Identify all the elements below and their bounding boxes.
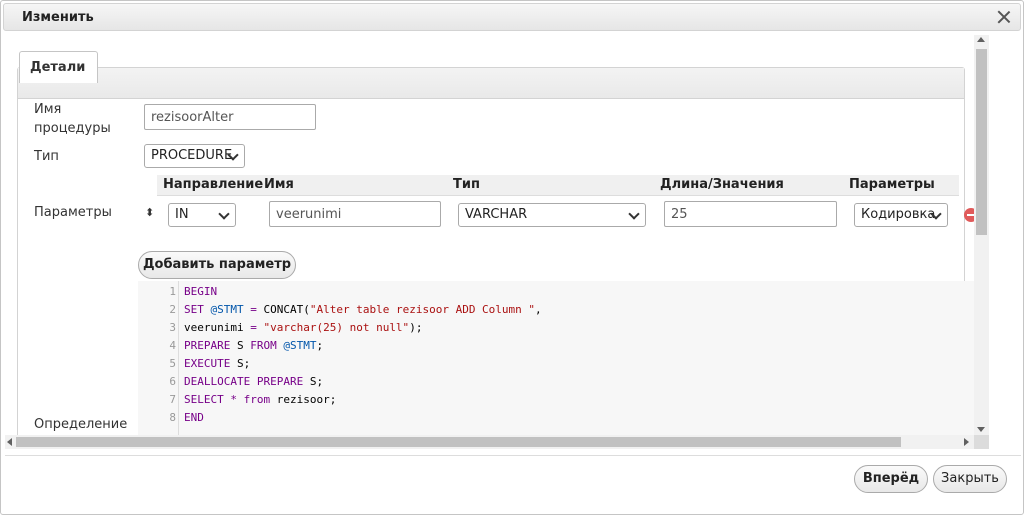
direction-select-value: IN [175, 207, 189, 222]
horizontal-scrollbar[interactable] [5, 435, 974, 449]
param-name-input[interactable] [269, 201, 441, 227]
code-line-number: 2 [169, 303, 176, 316]
definition-label: Определение [34, 417, 128, 432]
code-line-number: 5 [169, 357, 176, 370]
scroll-down-icon[interactable] [977, 427, 985, 432]
param-length-input[interactable] [664, 201, 837, 227]
horizontal-scroll-thumb[interactable] [16, 437, 901, 447]
close-icon[interactable] [994, 7, 1014, 27]
code-line: 8 END [138, 409, 974, 427]
param-options-select[interactable]: Кодировка [854, 203, 948, 227]
close-button[interactable]: Закрыть [933, 465, 1007, 493]
vertical-scrollbar[interactable] [974, 35, 989, 435]
params-table-header: Направление Имя Тип Длина/Значения Парам… [157, 175, 959, 196]
header-name: Имя [264, 177, 294, 192]
dialog-title: Изменить [22, 10, 94, 25]
code-line: 2 SET @STMT = CONCAT("Alter table rezisoo… [138, 301, 974, 319]
edit-dialog: Изменить Детали Имя процедуры Тип PROCED… [0, 0, 1024, 515]
scroll-up-icon[interactable] [977, 37, 985, 42]
type-select-value: PROCEDURE [151, 148, 233, 163]
code-line-number: 7 [169, 393, 176, 406]
code-line: 5 EXECUTE S; [138, 355, 974, 373]
add-parameter-button[interactable]: Добавить параметр [138, 251, 296, 279]
code-line-text: PREPARE S FROM @STMT; [184, 339, 324, 352]
param-options-select-value: Кодировка [861, 207, 936, 222]
code-line: 6 DEALLOCATE PREPARE S; [138, 373, 974, 391]
scroll-left-icon[interactable] [7, 438, 12, 446]
param-type-select[interactable]: VARCHAR [458, 203, 646, 227]
footer-divider [5, 455, 1021, 456]
code-line-text: DEALLOCATE PREPARE S; [184, 375, 324, 388]
code-line-number: 3 [169, 321, 176, 334]
chevron-down-icon [628, 208, 640, 220]
code-line-number: 6 [169, 375, 176, 388]
code-line-text: EXECUTE S; [184, 357, 251, 370]
type-select[interactable]: PROCEDURE [144, 144, 245, 168]
procedure-name-label: Имя процедуры [34, 102, 111, 136]
parameters-label: Параметры [34, 205, 112, 220]
code-line: 3 veerunimi = "varchar(25) not null"); [138, 319, 974, 337]
code-line: 7 SELECT * from rezisoor; [138, 391, 974, 409]
code-line: 1 BEGIN [138, 283, 974, 301]
code-line-text: veerunimi = "varchar(25) not null"); [184, 321, 423, 334]
scroll-corner [974, 435, 989, 449]
code-line-number: 1 [169, 285, 176, 298]
chevron-down-icon [218, 208, 230, 220]
vertical-scroll-thumb[interactable] [976, 49, 987, 235]
type-label: Тип [34, 149, 59, 164]
tab-details[interactable]: Детали [19, 51, 99, 83]
code-line-text: SET @STMT = CONCAT("Alter table rezisoor… [184, 303, 542, 316]
definition-code-editor[interactable]: 1 BEGIN 2 SET @STMT = CONCAT("Alter table r… [138, 281, 974, 435]
header-options: Параметры [849, 177, 935, 192]
code-line-number: 8 [169, 411, 176, 424]
code-line-text: BEGIN [184, 285, 218, 298]
code-line: 4 PREPARE S FROM @STMT; [138, 337, 974, 355]
sort-handle-icon[interactable]: ⬍ [145, 207, 154, 218]
scroll-right-icon[interactable] [964, 438, 969, 446]
tabs-header [18, 68, 964, 99]
direction-select[interactable]: IN [168, 203, 236, 227]
dialog-titlebar: Изменить [3, 3, 1021, 31]
code-line-text: END [184, 411, 204, 424]
param-type-select-value: VARCHAR [465, 207, 528, 222]
forward-button[interactable]: Вперёд [854, 465, 928, 493]
procedure-name-input[interactable] [144, 104, 316, 130]
header-length: Длина/Значения [660, 177, 784, 192]
header-type: Тип [453, 177, 480, 192]
header-direction: Направление [163, 177, 264, 192]
code-line-number: 4 [169, 339, 176, 352]
code-line-text: SELECT * from rezisoor; [184, 393, 337, 406]
